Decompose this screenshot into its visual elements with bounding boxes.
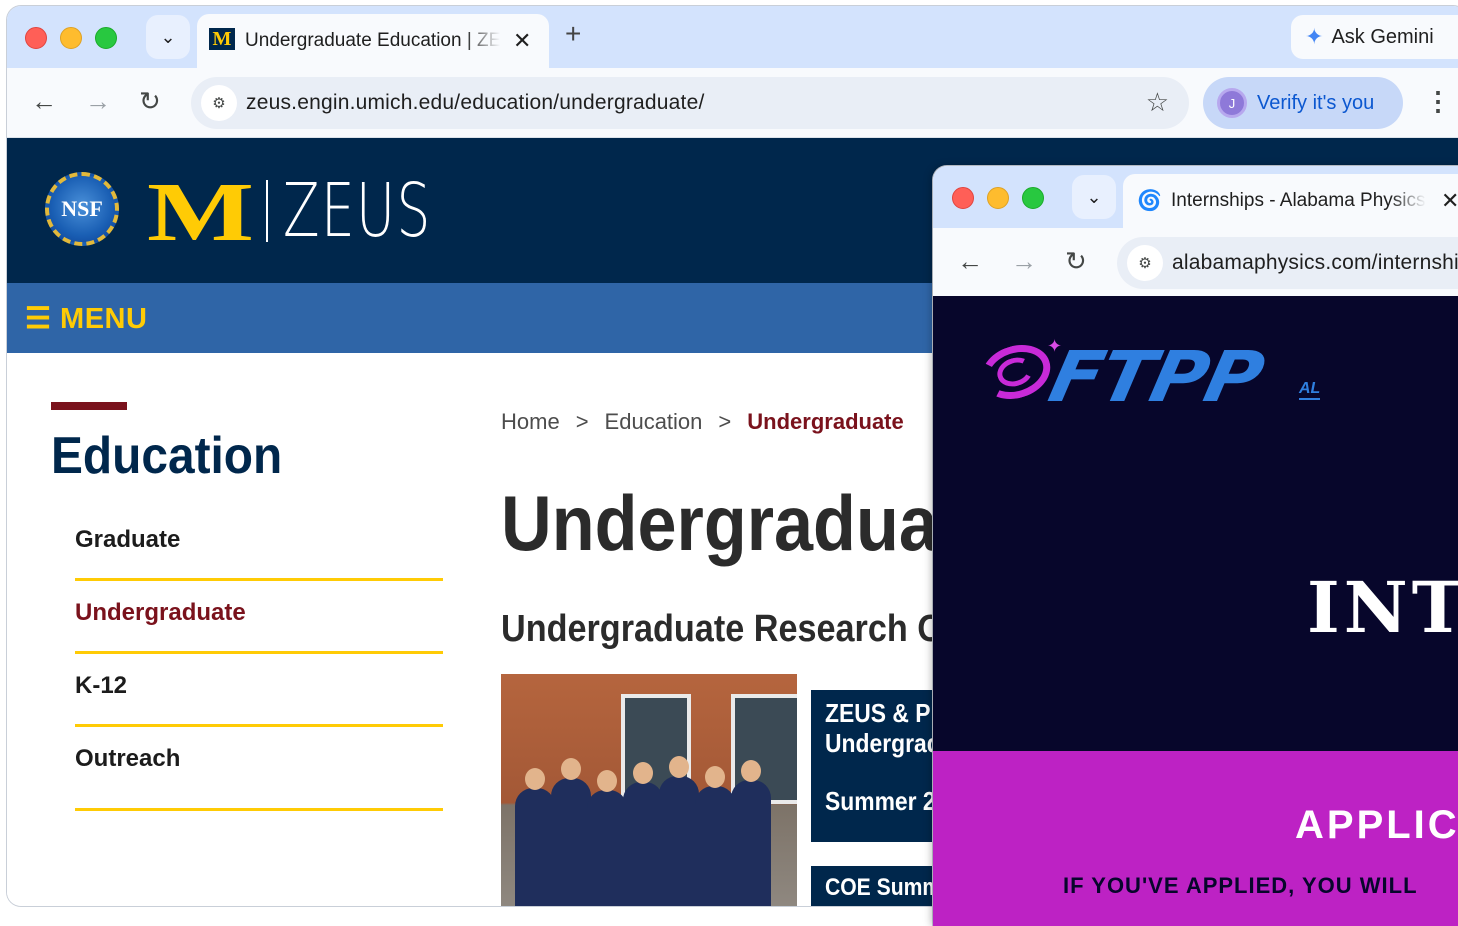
sidebar-item-graduate[interactable]: Graduate [75, 508, 443, 581]
tab-title: Undergraduate Education | ZEUS [245, 30, 500, 51]
applications-heading: APPLICATIONS [1295, 803, 1458, 847]
address-bar[interactable]: ⚙ alabamaphysics.com/internships [1117, 237, 1458, 289]
zoom-window-button[interactable] [1022, 187, 1044, 209]
tab-title: Internships - Alabama Physics [1171, 190, 1426, 211]
tab-strip: ⌄ M Undergraduate Education | ZEUS ✕ + ✦… [7, 6, 1458, 68]
breadcrumb-home[interactable]: Home [501, 409, 560, 434]
reload-icon[interactable]: ↻ [139, 86, 161, 117]
page-title: Undergraduate [501, 479, 1001, 567]
photo-person [623, 762, 663, 906]
ftpp-logo-text[interactable]: FTPP [1042, 336, 1269, 418]
sidebar-item-label: Undergraduate [75, 599, 246, 626]
tab-internships[interactable]: 🌀 Internships - Alabama Physics ✕ [1123, 174, 1458, 228]
section-accent-bar [51, 402, 127, 410]
ftpp-logo-sub: AL [1299, 380, 1321, 400]
breadcrumb-separator: > [575, 409, 589, 434]
minimize-window-button[interactable] [987, 187, 1009, 209]
back-arrow-icon[interactable]: ← [31, 86, 57, 117]
tab-close-icon[interactable]: ✕ [513, 28, 531, 54]
url-text: zeus.engin.umich.edu/education/undergrad… [246, 91, 705, 114]
reload-icon[interactable]: ↻ [1065, 246, 1087, 277]
tab-strip: ⌄ 🌀 Internships - Alabama Physics ✕ [933, 166, 1458, 228]
ftpp-page: ✦ FTPP AL INTERNSHIPS APPLICATIONS IF YO… [933, 296, 1458, 926]
site-settings-icon[interactable]: ⚙ [1127, 245, 1163, 281]
applications-subtext: IF YOU'VE APPLIED, YOU WILL [1063, 873, 1418, 898]
logo-divider [266, 180, 268, 242]
minimize-window-button[interactable] [60, 27, 82, 49]
photo-person [659, 756, 699, 906]
forward-arrow-icon[interactable]: → [85, 86, 111, 117]
zeus-logo-text[interactable]: ZEUS [283, 166, 432, 256]
close-window-button[interactable] [25, 27, 47, 49]
star-icon[interactable]: ☆ [1146, 87, 1169, 118]
hero-heading: INTERNSHIPS [1307, 566, 1458, 649]
applications-band: APPLICATIONS IF YOU'VE APPLIED, YOU WILL [933, 751, 1458, 926]
chevron-down-icon: ⌄ [160, 26, 176, 47]
ask-gemini-label: Ask Gemini [1331, 25, 1434, 48]
back-arrow-icon[interactable]: ← [957, 246, 983, 277]
galaxy-icon: 🌀 [1137, 190, 1162, 212]
popup-browser-window: ⌄ 🌀 Internships - Alabama Physics ✕ ← → … [933, 166, 1458, 926]
card-line: ZEUS & PI [825, 698, 937, 728]
site-settings-icon[interactable]: ⚙ [201, 85, 237, 121]
nsf-logo[interactable]: NSF [45, 172, 119, 246]
ask-gemini-button[interactable]: ✦ Ask Gemini [1291, 15, 1458, 59]
forward-arrow-icon[interactable]: → [1011, 246, 1037, 277]
umich-block-m-logo[interactable]: M [147, 168, 254, 258]
breadcrumb: Home > Education > Undergraduate [501, 409, 904, 435]
photo-person [551, 758, 591, 906]
tab-search-button[interactable]: ⌄ [1072, 175, 1116, 219]
browser-toolbar: ← → ↻ ⚙ zeus.engin.umich.edu/education/u… [7, 68, 1458, 138]
sidebar-item-label: Outreach [75, 745, 181, 772]
new-tab-plus-icon[interactable]: + [565, 18, 581, 50]
sidebar-item-outreach[interactable]: Outreach [75, 727, 443, 811]
menu-button[interactable]: ☰ MENU [25, 301, 147, 336]
chevron-down-icon: ⌄ [1086, 186, 1102, 207]
sidebar-item-label: Graduate [75, 526, 181, 553]
photo-person [515, 768, 555, 906]
url-text: alabamaphysics.com/internships [1172, 251, 1458, 274]
avatar: J [1217, 88, 1247, 118]
group-photo [501, 674, 797, 906]
tab-undergraduate-education[interactable]: M Undergraduate Education | ZEUS ✕ [197, 14, 549, 68]
verify-label: Verify it's you [1257, 91, 1375, 114]
gemini-sparkle-icon: ✦ [1305, 24, 1324, 49]
photo-person [695, 766, 735, 906]
tab-close-icon[interactable]: ✕ [1441, 188, 1458, 214]
verify-identity-button[interactable]: J Verify it's you [1203, 77, 1403, 129]
close-window-button[interactable] [952, 187, 974, 209]
kebab-menu-icon[interactable]: ⋮ [1425, 86, 1451, 117]
zoom-window-button[interactable] [95, 27, 117, 49]
umich-favicon-icon: M [209, 28, 235, 50]
sidebar-item-k12[interactable]: K-12 [75, 654, 443, 727]
browser-toolbar: ← → ↻ ⚙ alabamaphysics.com/internships [933, 228, 1458, 296]
sidebar-item-label: K-12 [75, 672, 128, 699]
photo-person [731, 760, 771, 906]
breadcrumb-separator: > [718, 409, 732, 434]
breadcrumb-education[interactable]: Education [605, 409, 703, 434]
tab-search-button[interactable]: ⌄ [146, 15, 190, 59]
card-line: Summer 2 [825, 786, 936, 816]
address-bar[interactable]: ⚙ zeus.engin.umich.edu/education/undergr… [191, 77, 1189, 129]
breadcrumb-current: Undergraduate [747, 409, 904, 434]
sidebar-title: Education [51, 427, 283, 485]
sidebar-item-undergraduate[interactable]: Undergraduate [75, 581, 443, 654]
